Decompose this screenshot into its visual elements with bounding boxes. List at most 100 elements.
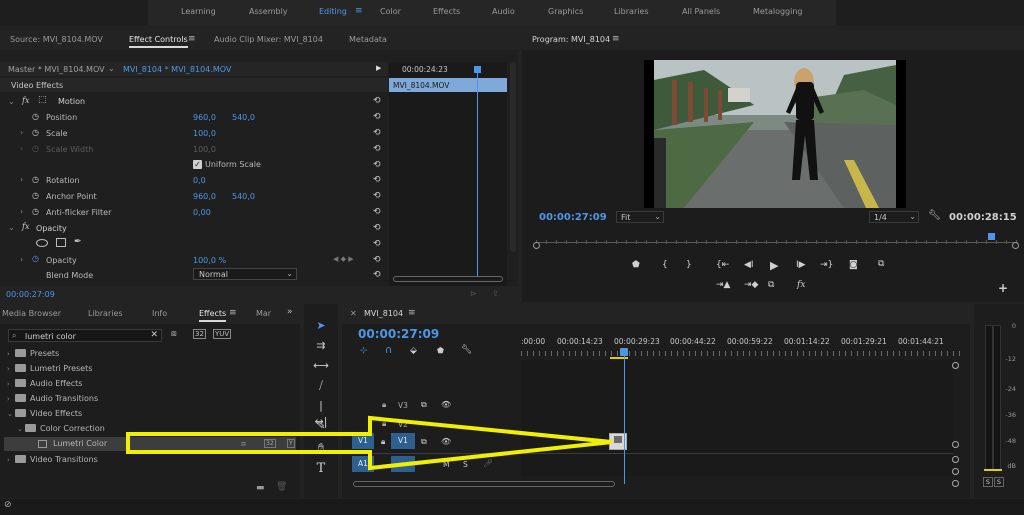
ws-tab-libraries[interactable]: Libraries	[614, 7, 649, 16]
collapse-icon[interactable]: ⌄	[8, 223, 15, 232]
tab-audio-clip-mixer[interactable]: Audio Clip Mixer: MVI_8104	[214, 35, 323, 44]
play-only-icon[interactable]: ▶	[376, 64, 381, 72]
track-vscroll-handle[interactable]	[952, 468, 959, 475]
reset-icon[interactable]: ⟲	[373, 191, 383, 201]
effects-search[interactable]: ⌕ lumetri color ✕	[8, 329, 162, 342]
ec-vscroll[interactable]	[510, 62, 516, 252]
ws-tab-graphics[interactable]: Graphics	[548, 7, 583, 16]
reset-icon[interactable]: ⟲	[373, 128, 383, 138]
expand-icon[interactable]: ›	[20, 207, 23, 216]
go-to-out-icon[interactable]: ⇥}	[820, 260, 833, 270]
lift-icon[interactable]: ⇥▲	[716, 280, 730, 290]
mark-out-icon[interactable]: }	[686, 260, 692, 270]
scrub-start-handle[interactable]	[533, 242, 540, 249]
fit-select[interactable]: Fit ⌄	[616, 211, 664, 223]
reset-icon[interactable]: ⟲	[373, 255, 383, 265]
track-label-v3[interactable]: V3	[398, 401, 408, 410]
stopwatch-icon[interactable]: ◷	[32, 128, 39, 137]
ec-mini-timeline[interactable]: 00:00:24:23 MVI_8104.MOV	[389, 62, 507, 286]
keyframe-nav-icon[interactable]: ◀ ◆ ▶	[333, 255, 354, 263]
reset-icon[interactable]: ⟲	[373, 270, 383, 280]
status-icon[interactable]: ⊘	[4, 500, 12, 510]
track-select-icon[interactable]: ⇉	[313, 338, 329, 354]
timeline-tab[interactable]: MVI_8104	[364, 309, 403, 318]
go-to-in-icon[interactable]: {⇤	[716, 260, 729, 270]
prop-position-x[interactable]: 960,0	[193, 113, 216, 122]
timeline-timecode[interactable]: 00:00:27:09	[358, 327, 439, 341]
delete-icon[interactable]: 🗑︎	[276, 482, 287, 492]
nest-icon[interactable]: ⊹	[360, 346, 368, 356]
ws-tab-assembly[interactable]: Assembly	[249, 7, 288, 16]
ec-scrollbar[interactable]	[393, 276, 503, 282]
prop-position-y[interactable]: 540,0	[232, 113, 255, 122]
ws-tab-learning[interactable]: Learning	[181, 7, 216, 16]
fx-toggle-icon[interactable]: fx	[797, 280, 805, 290]
razor-icon[interactable]: ⧸	[313, 378, 329, 394]
tab-info[interactable]: Info	[152, 309, 167, 318]
linked-selection-icon[interactable]: ⬙	[410, 346, 417, 356]
tree-item-audio-effects[interactable]: › Audio Effects	[7, 378, 82, 388]
stopwatch-icon[interactable]: ◷	[32, 207, 39, 216]
prop-scale-value[interactable]: 100,0	[193, 129, 216, 138]
motion-transform-icon[interactable]: ⬚	[38, 95, 47, 105]
reset-icon[interactable]: ⟲	[373, 207, 383, 217]
add-button-icon[interactable]: +	[998, 281, 1008, 295]
panel-menu-icon[interactable]: ≡	[229, 308, 237, 318]
expand-icon[interactable]: ›	[20, 175, 23, 184]
ws-tab-all-panels[interactable]: All Panels	[682, 7, 720, 16]
track-vscroll-handle[interactable]	[952, 362, 959, 369]
yuv-effects-icon[interactable]: YUV	[213, 329, 232, 339]
ws-menu-icon[interactable]: ≡	[355, 6, 363, 16]
snap-icon[interactable]: ∩	[385, 345, 392, 356]
collapse-icon[interactable]: ⌄	[8, 97, 15, 106]
ec-playhead-marker[interactable]	[474, 66, 481, 73]
tab-effects[interactable]: Effects	[199, 309, 227, 322]
tab-source[interactable]: Source: MVI_8104.MOV	[10, 35, 103, 44]
prop-rotation-value[interactable]: 0,0	[193, 176, 206, 185]
reset-icon[interactable]: ⟲	[373, 175, 383, 185]
tab-metadata[interactable]: Metadata	[349, 35, 387, 44]
program-video-frame[interactable]	[644, 60, 906, 208]
expand-icon[interactable]: ›	[20, 128, 23, 137]
ripple-edit-icon[interactable]: ⟷	[313, 358, 329, 374]
selection-tool-icon[interactable]: ➤	[313, 318, 329, 334]
tab-libraries[interactable]: Libraries	[88, 309, 123, 318]
step-forward-icon[interactable]: I▶	[796, 260, 806, 270]
filter-icon[interactable]: ⊳	[470, 289, 477, 298]
ec-timecode[interactable]: 00:00:27:09	[6, 290, 55, 299]
reset-icon[interactable]: ⟲	[373, 223, 383, 233]
timeline-hscroll[interactable]	[353, 481, 615, 487]
stopwatch-icon[interactable]: ◷	[32, 191, 39, 200]
mark-in-icon[interactable]: {	[662, 260, 668, 270]
panel-menu-icon[interactable]: ≡	[612, 34, 620, 44]
wrench-icon[interactable]: 🔧︎	[928, 210, 941, 221]
prop-anchor-y[interactable]: 540,0	[232, 192, 255, 201]
program-scrubber[interactable]	[533, 233, 1019, 250]
rectangle-mask-icon[interactable]	[56, 238, 66, 247]
solo-right-button[interactable]: S	[994, 477, 1004, 487]
uniform-scale-checkbox[interactable]: ✓	[193, 160, 202, 169]
ws-tab-effects[interactable]: Effects	[433, 7, 460, 16]
reset-icon[interactable]: ⟲	[373, 112, 383, 122]
ws-tab-color[interactable]: Color	[380, 7, 401, 16]
panel-menu-icon[interactable]: ≡	[188, 34, 196, 44]
reset-icon[interactable]: ⟲	[373, 96, 383, 106]
tree-item-presets[interactable]: › Presets	[7, 348, 59, 358]
tab-effect-controls[interactable]: Effect Controls	[129, 35, 188, 48]
scrub-end-handle[interactable]	[1012, 242, 1019, 249]
export-icon[interactable]: ⇪	[492, 289, 499, 298]
track-vscroll-handle[interactable]	[952, 441, 959, 448]
ec-sequence-clip[interactable]: MVI_8104 * MVI_8104.MOV	[123, 65, 231, 74]
track-vscroll-handle[interactable]	[952, 480, 959, 487]
wrench-icon[interactable]: 🔧︎	[461, 345, 472, 355]
eye-icon[interactable]: 👁︎	[441, 400, 451, 409]
prop-antiflicker-value[interactable]: 0,00	[193, 208, 211, 217]
panel-menu-icon[interactable]: ≡	[408, 308, 416, 318]
tab-media-browser[interactable]: Media Browser	[2, 309, 61, 318]
ws-tab-audio[interactable]: Audio	[492, 7, 515, 16]
stopwatch-icon[interactable]: ◷	[32, 112, 39, 121]
ellipse-mask-icon[interactable]	[36, 239, 48, 247]
tree-item-color-correction[interactable]: ⌄ Color Correction	[17, 423, 105, 433]
ws-tab-metalogging[interactable]: Metalogging	[753, 7, 803, 16]
program-title[interactable]: Program: MVI_8104	[532, 35, 610, 44]
